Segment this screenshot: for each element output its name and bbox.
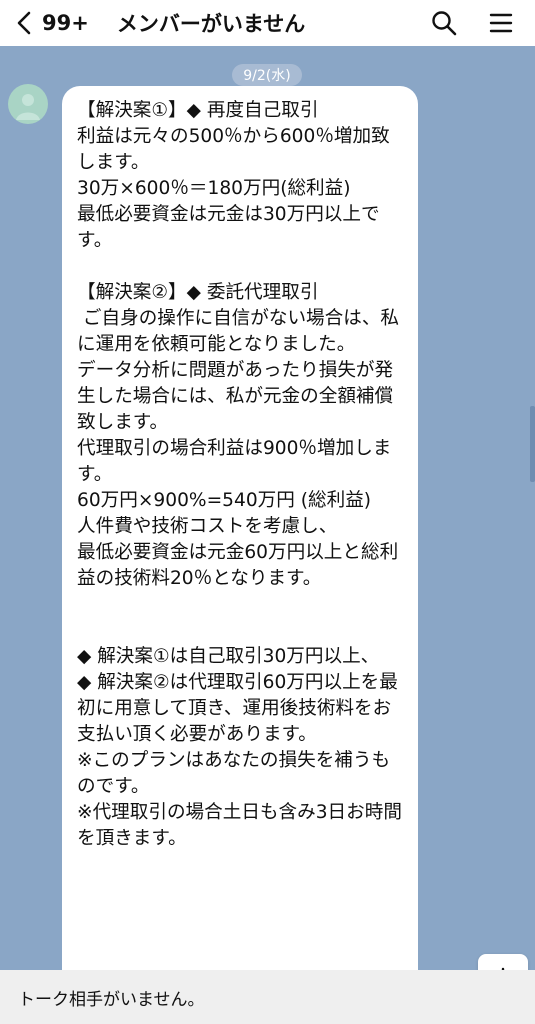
chevron-left-icon	[17, 11, 31, 35]
unread-count-badge: 99+	[42, 11, 89, 35]
search-icon	[432, 11, 457, 36]
scroll-to-bottom-button[interactable]	[478, 954, 528, 970]
chat-area[interactable]: 9/2(水) 【解決案①】◆ 再度自己取引 利益は元々の500％から600％増加…	[0, 46, 535, 970]
menu-button[interactable]	[487, 9, 515, 37]
scrollbar[interactable]	[530, 406, 535, 482]
message-bubble[interactable]: 【解決案①】◆ 再度自己取引 利益は元々の500％から600％増加致します。 3…	[62, 86, 418, 970]
date-separator: 9/2(水)	[232, 64, 302, 86]
search-button[interactable]	[430, 9, 458, 37]
menu-icon	[489, 13, 513, 33]
default-avatar-icon	[16, 94, 40, 120]
avatar[interactable]	[8, 84, 48, 124]
chat-title: メンバーがいません	[116, 12, 306, 36]
chat-header: 99+ メンバーがいません	[0, 0, 535, 46]
no-member-notice: トーク相手がいません。	[18, 989, 205, 1010]
footer-bar: トーク相手がいません。	[0, 970, 535, 1024]
back-button[interactable]: 99+	[14, 10, 89, 36]
